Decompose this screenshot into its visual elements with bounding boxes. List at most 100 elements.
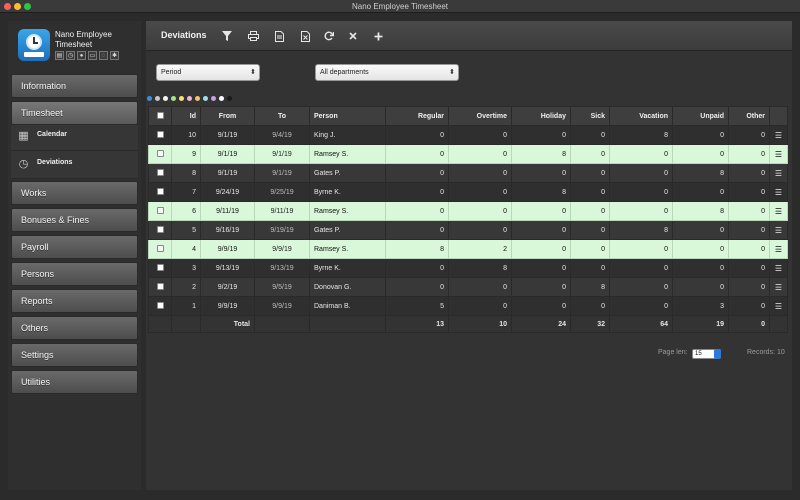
gears-mini-icon[interactable]: ✱ [110, 51, 119, 60]
row-menu-icon[interactable]: ☰ [769, 258, 788, 278]
table-row[interactable]: 9 9/1/19 9/1/19 Ramsey S. 0 0 8 0 0 0 0 ☰ [148, 144, 788, 164]
cell-person: Byrne K. [309, 182, 386, 202]
cell-unpaid: 0 [672, 258, 729, 278]
col-header-overtime[interactable]: Overtime [448, 106, 512, 126]
export-excel-icon[interactable] [294, 25, 316, 47]
zoom-window-button[interactable] [24, 3, 31, 10]
filter-icon[interactable] [216, 25, 238, 47]
close-window-button[interactable] [4, 3, 11, 10]
color-dot[interactable] [187, 96, 192, 101]
period-select[interactable]: Period ⬍ [156, 64, 260, 81]
sidebar-subitem-calendar[interactable]: ▦ Calendar [11, 125, 138, 151]
cell-other: 0 [728, 125, 770, 145]
add-icon[interactable] [367, 25, 389, 47]
total-row: Total 13 10 24 32 64 19 0 [148, 315, 788, 333]
color-dot[interactable] [211, 96, 216, 101]
cell-sick: 0 [570, 144, 610, 164]
color-dot[interactable] [171, 96, 176, 101]
row-checkbox[interactable] [148, 277, 172, 297]
sidebar-item-bonuses-fines[interactable]: Bonuses & Fines [11, 208, 138, 232]
cell-vacation: 0 [609, 201, 673, 221]
row-checkbox[interactable] [148, 125, 172, 145]
row-checkbox[interactable] [148, 239, 172, 259]
col-header-sick[interactable]: Sick [570, 106, 610, 126]
col-header-vacation[interactable]: Vacation [609, 106, 673, 126]
color-dot[interactable] [155, 96, 160, 101]
cell-sick: 0 [570, 163, 610, 183]
row-menu-icon[interactable]: ☰ [769, 296, 788, 316]
color-dot[interactable] [227, 96, 232, 101]
page-length-stepper[interactable]: 15 [692, 349, 721, 359]
col-header-unpaid[interactable]: Unpaid [672, 106, 729, 126]
row-checkbox[interactable] [148, 201, 172, 221]
table-row[interactable]: 5 9/16/19 9/19/19 Gates P. 0 0 0 0 8 0 0 ☰ [148, 220, 788, 240]
select-all-checkbox[interactable] [148, 106, 172, 126]
table-row[interactable]: 7 9/24/19 9/25/19 Byrne K. 0 0 8 0 0 0 0 ☰ [148, 182, 788, 202]
delete-icon[interactable] [342, 25, 364, 47]
row-menu-icon[interactable]: ☰ [769, 182, 788, 202]
cell-to: 9/11/19 [254, 201, 310, 221]
col-header-regular[interactable]: Regular [385, 106, 449, 126]
calendar-mini-icon[interactable]: ▤ [55, 51, 64, 60]
row-checkbox[interactable] [148, 144, 172, 164]
export-document-icon[interactable] [268, 25, 290, 47]
sidebar-item-reports[interactable]: Reports [11, 289, 138, 313]
color-dot[interactable] [203, 96, 208, 101]
row-menu-icon[interactable]: ☰ [769, 144, 788, 164]
col-header-person[interactable]: Person [309, 106, 386, 126]
sidebar-item-utilities[interactable]: Utilities [11, 370, 138, 394]
sidebar-item-payroll[interactable]: Payroll [11, 235, 138, 259]
sidebar-item-information[interactable]: Information [11, 74, 138, 98]
cell-from: 9/9/19 [200, 296, 255, 316]
color-dot[interactable] [147, 96, 152, 101]
color-dot[interactable] [195, 96, 200, 101]
col-header-holiday[interactable]: Holiday [511, 106, 571, 126]
clock-mini-icon[interactable]: ◷ [66, 51, 75, 60]
cell-unpaid: 0 [672, 144, 729, 164]
col-header-to[interactable]: To [254, 106, 310, 126]
table-row[interactable]: 6 9/11/19 9/11/19 Ramsey S. 0 0 0 0 0 8 0 ☰ [148, 201, 788, 221]
col-header-id[interactable]: Id [171, 106, 201, 126]
row-menu-icon[interactable]: ☰ [769, 125, 788, 145]
col-header-other[interactable]: Other [728, 106, 770, 126]
row-checkbox[interactable] [148, 296, 172, 316]
stepper-arrows-icon[interactable] [714, 349, 721, 359]
row-menu-icon[interactable]: ☰ [769, 163, 788, 183]
minimize-window-button[interactable] [14, 3, 21, 10]
cell-id: 10 [171, 125, 201, 145]
row-menu-icon[interactable]: ☰ [769, 239, 788, 259]
sidebar-item-timesheet[interactable]: Timesheet [11, 101, 138, 125]
table-row[interactable]: 2 9/2/19 9/5/19 Donovan G. 0 0 0 8 0 0 0 ☰ [148, 277, 788, 297]
cell-overtime: 0 [448, 182, 512, 202]
row-menu-icon[interactable]: ☰ [769, 220, 788, 240]
cell-to: 9/1/19 [254, 144, 310, 164]
toolbar: Deviations [146, 21, 792, 51]
row-checkbox[interactable] [148, 163, 172, 183]
row-menu-icon[interactable]: ☰ [769, 277, 788, 297]
person-mini-icon[interactable]: ● [77, 51, 86, 60]
row-menu-icon[interactable]: ☰ [769, 201, 788, 221]
sidebar-item-others[interactable]: Others [11, 316, 138, 340]
table-row[interactable]: 10 9/1/19 9/4/19 King J. 0 0 0 0 8 0 0 ☰ [148, 125, 788, 145]
row-checkbox[interactable] [148, 182, 172, 202]
print-icon[interactable] [242, 25, 264, 47]
card-mini-icon[interactable]: ▭ [88, 51, 97, 60]
refresh-icon[interactable] [318, 25, 340, 47]
color-dot[interactable] [179, 96, 184, 101]
table-row[interactable]: 3 9/13/19 9/13/19 Byrne K. 0 8 0 0 0 0 0 ☰ [148, 258, 788, 278]
row-checkbox[interactable] [148, 258, 172, 278]
col-header-from[interactable]: From [200, 106, 255, 126]
color-dot[interactable] [163, 96, 168, 101]
sidebar-item-works[interactable]: Works [11, 181, 138, 205]
chat-mini-icon[interactable]: ◌ [99, 51, 108, 60]
table-row[interactable]: 4 9/9/19 9/9/19 Ramsey S. 8 2 0 0 0 0 0 ☰ [148, 239, 788, 259]
table-row[interactable]: 1 9/9/19 9/9/19 Daniman B. 5 0 0 0 0 3 0 ☰ [148, 296, 788, 316]
sidebar-item-settings[interactable]: Settings [11, 343, 138, 367]
color-dot[interactable] [219, 96, 224, 101]
row-checkbox[interactable] [148, 220, 172, 240]
table-row[interactable]: 8 9/1/19 9/1/19 Gates P. 0 0 0 0 0 8 0 ☰ [148, 163, 788, 183]
app-name: Nano Employee Timesheet [55, 30, 112, 49]
department-select[interactable]: All departments ⬍ [315, 64, 459, 81]
sidebar-item-persons[interactable]: Persons [11, 262, 138, 286]
sidebar-subitem-deviations[interactable]: ◷ Deviations [11, 151, 138, 179]
